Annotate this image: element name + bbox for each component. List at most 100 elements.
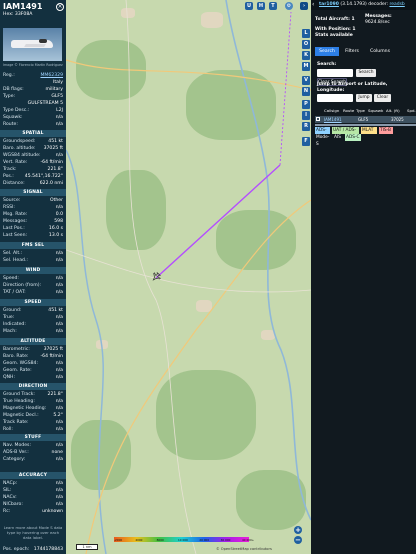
- row-checkbox[interactable]: [316, 117, 320, 121]
- info-row-label: Geom. WGS84:: [3, 361, 39, 366]
- info-row-value: 13.0 s: [48, 233, 63, 238]
- info-row-value: n/a: [55, 315, 63, 320]
- info-row: Last Seen: 13.0 s: [3, 232, 63, 239]
- info-row-value: L2J: [56, 108, 63, 113]
- info-row: Vert. Rate: -64 ft/min: [3, 159, 63, 166]
- info-row: Rc: unknown: [3, 508, 63, 515]
- map-button-p[interactable]: P: [302, 100, 310, 109]
- info-row: Type Desc.: L2J: [3, 107, 63, 114]
- altitude-legend-label: 20 000: [199, 537, 210, 542]
- info-row-label: Roll:: [3, 427, 13, 432]
- column-squawk[interactable]: Squawk: [368, 108, 383, 113]
- info-row-label: Nav. Modes:: [3, 443, 31, 448]
- info-row-value: n/a: [55, 251, 63, 256]
- column-altitude[interactable]: Alt. (ft): [386, 108, 400, 113]
- map-button-n[interactable]: N: [302, 87, 310, 96]
- jump-label: Jump to Airport or Latitude, Longitude:: [317, 82, 388, 93]
- map-button-i[interactable]: I: [302, 111, 310, 120]
- source-tag: MLAT: [361, 127, 377, 134]
- brand-link[interactable]: tar1090: [319, 2, 339, 7]
- map-button-o[interactable]: O: [302, 40, 310, 49]
- info-row-value: military: [45, 87, 63, 92]
- info-row-label: Baro. altitude:: [3, 146, 36, 151]
- info-row: Pos.: 45.541°,16.722°: [3, 173, 63, 180]
- table-scrollbar[interactable]: [315, 124, 416, 126]
- country-value: Italy: [53, 80, 63, 85]
- info-row-label: NACv:: [3, 495, 17, 500]
- info-row-label: Sel. Alt.:: [3, 251, 23, 256]
- info-row: True Heading: n/a: [3, 398, 63, 405]
- map-button-h[interactable]: H: [257, 2, 265, 10]
- info-row-label: Source:: [3, 198, 21, 203]
- info-row-label: Groundspeed:: [3, 139, 36, 144]
- info-row-label: QNH:: [3, 375, 16, 380]
- info-row: Ground: 451 kt: [3, 307, 63, 314]
- section-speed: SPEED: [0, 299, 66, 306]
- messages-rate: 9624.8/sec: [365, 20, 390, 25]
- altitude-legend-labels: -2000 4000 8000 10 000 20 000 30 000 40 000+: [114, 537, 254, 542]
- decoder-label: decoder:: [368, 2, 388, 7]
- info-row-value: n/a: [55, 283, 63, 288]
- map-button-r[interactable]: R: [302, 122, 310, 131]
- tab-columns[interactable]: Columns: [365, 47, 395, 56]
- info-row: Messages: 598: [3, 218, 63, 225]
- map-button-u[interactable]: U: [245, 2, 253, 10]
- tab-search[interactable]: Search: [315, 47, 339, 56]
- column-speed[interactable]: Spd.: [407, 108, 416, 113]
- info-row: Distance: 622.0 nmi: [3, 180, 63, 187]
- info-row-label: ADS-B Ver.:: [3, 450, 29, 455]
- map-button-t[interactable]: T: [269, 2, 277, 10]
- jump-button[interactable]: Jump: [356, 94, 372, 102]
- info-row-value: n/a: [55, 457, 63, 462]
- settings-gear-icon[interactable]: ⚙: [285, 2, 293, 10]
- total-aircraft: Total Aircraft: 1: [315, 17, 355, 22]
- expand-panel-chevron-icon[interactable]: ›: [300, 2, 308, 10]
- close-icon[interactable]: ×: [57, 3, 62, 10]
- aircraft-marker-icon[interactable]: [150, 271, 162, 282]
- map-button-k[interactable]: K: [302, 51, 310, 60]
- column-type[interactable]: Type: [356, 108, 365, 113]
- search-input[interactable]: [317, 69, 353, 77]
- column-callsign[interactable]: Callsign: [324, 108, 339, 113]
- column-route[interactable]: Route: [343, 108, 354, 113]
- info-row: Msg. Rate: 0.0: [3, 211, 63, 218]
- river-line: [225, 0, 311, 521]
- section-accuracy: ACCURACY: [0, 472, 66, 479]
- altitude-legend-label: 10 000: [178, 537, 188, 542]
- altitude-legend-label: -2000: [114, 537, 123, 542]
- info-row-label: Last Seen:: [3, 233, 28, 238]
- map-button-v[interactable]: V: [302, 76, 310, 85]
- search-button[interactable]: Search: [356, 69, 376, 77]
- info-row: RSSI: n/a: [3, 204, 63, 211]
- map-button-l[interactable]: L: [302, 29, 310, 38]
- map-button-m[interactable]: M: [302, 62, 310, 71]
- decoder-link[interactable]: readsb: [389, 2, 404, 7]
- jump-input[interactable]: [317, 94, 353, 102]
- info-row-value: unknown: [42, 509, 63, 514]
- source-tag: ADS-B: [315, 127, 330, 140]
- map-button-f[interactable]: F: [302, 137, 310, 146]
- reg-link[interactable]: MM62329: [40, 72, 63, 79]
- table-row[interactable]: IAM1491 GLF5 37025: [315, 116, 416, 123]
- clear-button[interactable]: Clear: [374, 94, 391, 102]
- section-signal: SIGNAL: [0, 189, 66, 196]
- map-view[interactable]: U H T ⚙ › + − 1 nm -2000 4000 8000 10 000 20…: [66, 0, 311, 554]
- tab-filters[interactable]: Filters: [341, 47, 363, 56]
- info-row-label: NACp:: [3, 481, 18, 486]
- info-row-value: n/a: [55, 406, 63, 411]
- info-row-label: Ground:: [3, 308, 22, 313]
- info-row: Nav. Modes: n/a: [3, 442, 63, 449]
- close-panel-button[interactable]: ×: [56, 3, 64, 11]
- header-text: tar1090 (3.14.1793) decoder: readsb: [319, 2, 405, 7]
- zoom-out-button[interactable]: −: [294, 536, 302, 544]
- version-label: (3.14.1793): [340, 2, 367, 7]
- info-row: WGS84 altitude: n/a: [3, 152, 63, 159]
- aircraft-photo[interactable]: [3, 28, 62, 61]
- altitude-legend-label: 30 000: [220, 537, 231, 542]
- info-row-label: RSSI:: [3, 205, 15, 210]
- row-callsign[interactable]: IAM1491: [324, 117, 342, 122]
- photo-wing-shape: [24, 44, 46, 47]
- info-row: TAT / OAT: n/a: [3, 289, 63, 296]
- collapse-chevron-icon[interactable]: ‹: [312, 1, 314, 8]
- zoom-in-button[interactable]: +: [294, 526, 302, 534]
